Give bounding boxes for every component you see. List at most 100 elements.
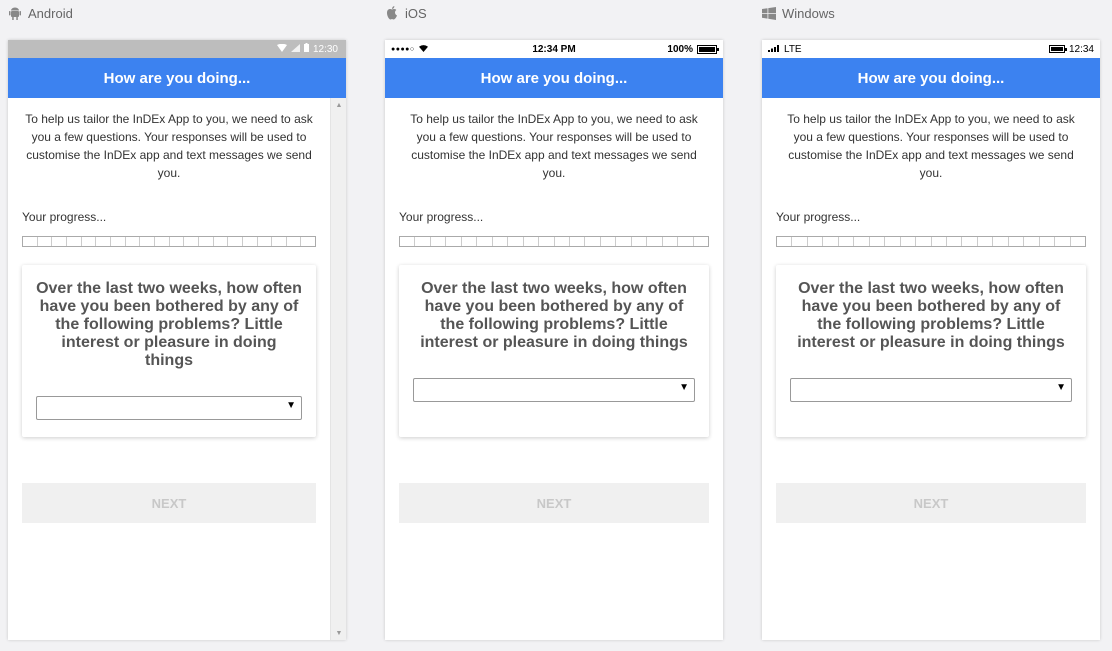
- dropdown-arrow-icon: ▼: [1056, 382, 1066, 393]
- platform-name: Windows: [782, 5, 835, 21]
- question-card: Over the last two weeks, how often have …: [399, 265, 709, 437]
- progress-segment: [947, 237, 963, 246]
- progress-segment: [870, 237, 886, 246]
- progress-segment: [570, 237, 586, 246]
- progress-segment: [1055, 237, 1071, 246]
- progress-segment: [400, 237, 416, 246]
- progress-segment: [184, 237, 199, 246]
- progress-label: Your progress...: [399, 210, 484, 224]
- platform-name: iOS: [405, 5, 427, 21]
- progress-segment: [23, 237, 38, 246]
- status-time: 12:30: [312, 43, 338, 55]
- progress-segment: [663, 237, 679, 246]
- scroll-up-icon[interactable]: ▲: [331, 98, 346, 112]
- status-time: 12:34 PM: [532, 43, 576, 55]
- progress-segment: [170, 237, 185, 246]
- platform-name: Android: [28, 5, 73, 21]
- android-preview: Android 12:30 How are you doing... To he…: [8, 0, 346, 651]
- progress-segment: [431, 237, 447, 246]
- platform-label: iOS: [385, 5, 427, 21]
- progress-segment: [539, 237, 555, 246]
- progress-segment: [272, 237, 287, 246]
- status-bar: ●●●●○ 12:34 PM 100%: [385, 40, 723, 58]
- progress-segment: [885, 237, 901, 246]
- progress-segment: [301, 237, 315, 246]
- progress-segment: [258, 237, 273, 246]
- status-time: 12:34: [1068, 43, 1094, 55]
- progress-segment: [916, 237, 932, 246]
- progress-bar: [399, 236, 709, 247]
- apple-icon: [385, 6, 399, 20]
- next-button[interactable]: NEXT: [22, 483, 316, 523]
- page-title: How are you doing...: [762, 58, 1100, 98]
- next-button[interactable]: NEXT: [776, 483, 1086, 523]
- signal-icon: [768, 44, 780, 55]
- dropdown-arrow-icon: ▼: [286, 400, 296, 411]
- progress-segment: [1040, 237, 1056, 246]
- platform-label: Windows: [762, 5, 835, 21]
- progress-segment: [214, 237, 229, 246]
- intro-text: To help us tailor the InDEx App to you, …: [25, 112, 313, 180]
- question-card: Over the last two weeks, how often have …: [776, 265, 1086, 437]
- progress-segment: [1009, 237, 1025, 246]
- progress-segment: [462, 237, 478, 246]
- progress-segment: [993, 237, 1009, 246]
- progress-segment: [632, 237, 648, 246]
- progress-segment: [601, 237, 617, 246]
- progress-segment: [199, 237, 214, 246]
- question-text: Over the last two weeks, how often have …: [797, 280, 1065, 351]
- progress-segment: [962, 237, 978, 246]
- question-text: Over the last two weeks, how often have …: [36, 280, 302, 369]
- ios-device: ●●●●○ 12:34 PM 100% How are you doing...…: [385, 40, 723, 640]
- android-icon: [8, 6, 22, 20]
- windows-icon: [762, 6, 776, 20]
- battery-icon: [697, 44, 719, 54]
- progress-segment: [694, 237, 708, 246]
- progress-segment: [228, 237, 243, 246]
- scroll-down-icon[interactable]: ▼: [331, 626, 346, 640]
- progress-segment: [493, 237, 509, 246]
- form-content: To help us tailor the InDEx App to you, …: [385, 98, 723, 523]
- intro-text: To help us tailor the InDEx App to you, …: [410, 112, 698, 180]
- page-title: How are you doing...: [8, 58, 346, 98]
- progress-bar: [776, 236, 1086, 247]
- progress-segment: [111, 237, 126, 246]
- page-title: How are you doing...: [385, 58, 723, 98]
- scrollbar[interactable]: ▲ ▼: [330, 98, 346, 640]
- progress-segment: [67, 237, 82, 246]
- progress-segment: [243, 237, 258, 246]
- progress-segment: [792, 237, 808, 246]
- intro-text: To help us tailor the InDEx App to you, …: [787, 112, 1075, 180]
- progress-segment: [1024, 237, 1040, 246]
- ios-preview: iOS ●●●●○ 12:34 PM 100% How are you doin…: [385, 0, 723, 651]
- form-content: To help us tailor the InDEx App to you, …: [8, 98, 346, 523]
- progress-segment: [777, 237, 793, 246]
- windows-preview: Windows LTE 12:34 How are you doing... T…: [762, 0, 1100, 651]
- progress-segment: [287, 237, 302, 246]
- answer-select[interactable]: ▼: [413, 378, 695, 402]
- form-content: To help us tailor the InDEx App to you, …: [762, 98, 1100, 523]
- progress-segment: [508, 237, 524, 246]
- progress-segment: [415, 237, 431, 246]
- network-type: LTE: [784, 43, 802, 55]
- progress-segment: [555, 237, 570, 246]
- progress-segment: [854, 237, 870, 246]
- windows-device: LTE 12:34 How are you doing... To help u…: [762, 40, 1100, 640]
- answer-select[interactable]: ▼: [36, 396, 302, 420]
- question-card: Over the last two weeks, how often have …: [22, 265, 316, 437]
- answer-select[interactable]: ▼: [790, 378, 1072, 402]
- progress-segment: [52, 237, 67, 246]
- progress-segment: [524, 237, 540, 246]
- progress-bar: [22, 236, 316, 247]
- next-button[interactable]: NEXT: [399, 483, 709, 523]
- progress-segment: [978, 237, 994, 246]
- progress-segment: [38, 237, 53, 246]
- progress-segment: [446, 237, 462, 246]
- progress-segment: [96, 237, 111, 246]
- battery-icon: [303, 43, 309, 55]
- progress-segment: [678, 237, 694, 246]
- progress-segment: [808, 237, 824, 246]
- progress-label: Your progress...: [776, 210, 861, 224]
- progress-segment: [477, 237, 493, 246]
- signal-icon: [290, 43, 300, 55]
